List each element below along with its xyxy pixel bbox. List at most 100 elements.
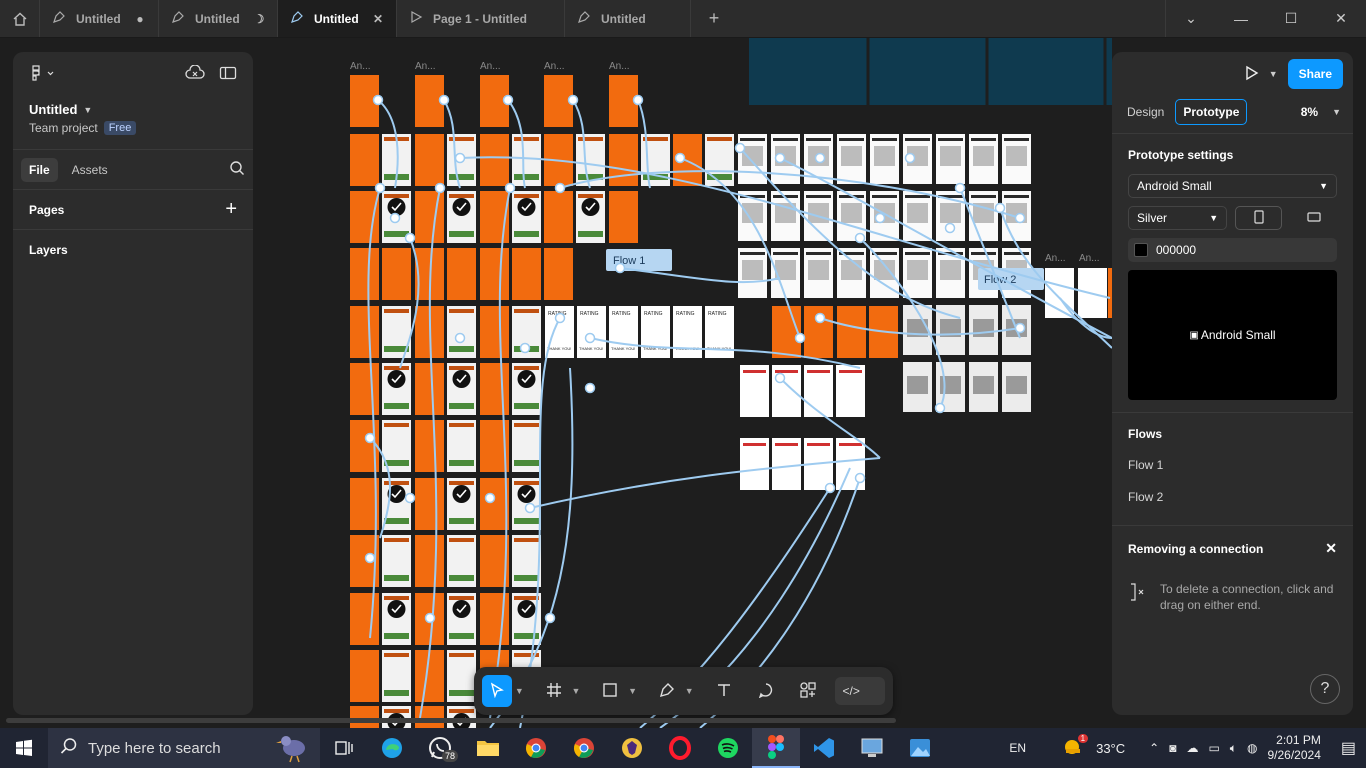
comment-tool[interactable]	[751, 675, 781, 707]
background-hex[interactable]: 000000	[1156, 243, 1196, 257]
weather-icon[interactable]: 1	[1062, 733, 1089, 760]
portrait-toggle[interactable]	[1235, 206, 1283, 230]
language-indicator[interactable]: EN	[1009, 741, 1026, 755]
app-screen-image	[940, 260, 961, 280]
file-tab-1[interactable]: Untitled ●	[40, 0, 159, 37]
close-tab-icon[interactable]: ✕	[372, 12, 384, 26]
add-page-plus-icon[interactable]: +	[225, 198, 237, 221]
file-tab-5[interactable]: Untitled	[565, 0, 691, 37]
chevron-down-icon[interactable]: ▼	[1269, 69, 1278, 79]
chevron-down-icon[interactable]: ▼	[1332, 107, 1341, 117]
battery-icon[interactable]: ▭	[1208, 741, 1219, 755]
actions-tool[interactable]	[793, 675, 823, 707]
app-screen-header	[806, 195, 831, 198]
tab-file[interactable]: File	[21, 157, 58, 182]
connector-endpoint	[584, 332, 596, 344]
pen-tool[interactable]	[652, 675, 682, 707]
chevron-down-icon[interactable]: ⌄	[1166, 0, 1216, 37]
file-tab-3-active[interactable]: Untitled ✕	[278, 0, 397, 37]
chevron-down-icon: ▼	[1209, 213, 1219, 223]
minimize-icon[interactable]: —	[1216, 0, 1266, 37]
sidebar-toggle-icon[interactable]	[219, 65, 237, 84]
edge-browser-icon[interactable]	[368, 728, 416, 768]
dev-mode-toggle[interactable]: </>	[834, 677, 885, 705]
cloud-offline-icon[interactable]	[185, 63, 205, 84]
figma-menu-icon[interactable]	[29, 64, 57, 84]
tab-prototype[interactable]: Prototype	[1175, 98, 1248, 125]
canvas-drawing: An... An... An... An... An... RATING THANK YOU…	[350, 38, 1112, 728]
close-icon[interactable]: ✕	[1325, 540, 1337, 557]
move-tool[interactable]	[482, 675, 512, 707]
connector-endpoint	[794, 332, 806, 344]
camera-icon[interactable]: ◙	[1169, 741, 1176, 755]
notification-icon[interactable]: ▤	[1341, 738, 1356, 758]
spotify-icon[interactable]	[704, 728, 752, 768]
phone-frame-button	[384, 575, 409, 581]
flow-item-2[interactable]: Flow 2	[1112, 481, 1353, 513]
whatsapp-icon[interactable]: 78	[416, 728, 464, 768]
landscape-toggle[interactable]	[1290, 206, 1337, 230]
connector-endpoint	[372, 94, 384, 106]
frame-tool[interactable]	[539, 675, 569, 707]
cloud-icon[interactable]: ☁	[1186, 741, 1198, 755]
phone-frame-header	[449, 194, 474, 198]
connector-endpoint	[364, 432, 376, 444]
temperature[interactable]: 33°C	[1096, 741, 1125, 756]
tab-design[interactable]: Design	[1120, 100, 1171, 124]
photos-icon[interactable]	[896, 728, 944, 768]
shape-tool[interactable]	[595, 675, 625, 707]
file-explorer-icon[interactable]	[464, 728, 512, 768]
flow-item-1[interactable]: Flow 1	[1112, 449, 1353, 481]
horizontal-scrollbar[interactable]	[6, 718, 896, 723]
brave-icon[interactable]	[608, 728, 656, 768]
connector-endpoint	[944, 222, 956, 234]
taskbar-search[interactable]: Type here to search	[48, 728, 320, 768]
orange-frame	[350, 593, 379, 645]
check-circle	[452, 600, 471, 618]
opera-icon[interactable]	[656, 728, 704, 768]
share-button[interactable]: Share	[1287, 59, 1343, 89]
present-play-icon[interactable]	[1243, 65, 1259, 84]
chevron-down-icon[interactable]: ▼	[684, 686, 695, 696]
chrome-icon[interactable]	[512, 728, 560, 768]
remote-desktop-icon[interactable]	[848, 728, 896, 768]
chevron-down-icon[interactable]: ▼	[514, 686, 525, 696]
chevron-up-icon[interactable]: ⌃	[1149, 741, 1159, 755]
orange-frame	[544, 248, 573, 300]
text-tool[interactable]	[709, 675, 739, 707]
maximize-icon[interactable]: ☐	[1266, 0, 1316, 37]
windows-start-icon[interactable]	[0, 728, 48, 768]
figma-icon[interactable]	[752, 728, 800, 768]
vscode-icon[interactable]	[800, 728, 848, 768]
plan-badge[interactable]: Free	[103, 121, 137, 135]
app-screen-image	[940, 376, 961, 394]
device-select[interactable]: Android Small ▼	[1128, 174, 1337, 198]
bird-illustration-icon	[272, 732, 312, 768]
file-name[interactable]: Untitled ▼	[29, 102, 237, 117]
clock[interactable]: 2:01 PM 9/26/2024	[1267, 733, 1320, 763]
network-globe-icon[interactable]: ◍	[1247, 741, 1257, 755]
app-screen-header	[905, 195, 930, 198]
chevron-down-icon[interactable]: ▼	[627, 686, 638, 696]
volume-icon[interactable]: 🔈︎	[1230, 741, 1237, 756]
chrome-profile-icon[interactable]	[560, 728, 608, 768]
device-color-select[interactable]: Silver ▼	[1128, 206, 1228, 230]
color-swatch[interactable]	[1134, 243, 1148, 257]
background-color-field[interactable]: 000000	[1128, 238, 1337, 262]
chevron-down-icon[interactable]: ▼	[571, 686, 582, 696]
design-canvas[interactable]: An... An... An... An... An... RATING THANK YOU…	[260, 38, 1112, 728]
new-tab-plus-icon[interactable]: +	[691, 0, 737, 37]
file-tab-4[interactable]: Page 1 - Untitled	[397, 0, 565, 37]
file-tab-2[interactable]: Untitled ☽	[159, 0, 278, 37]
orange-frame	[350, 248, 379, 300]
help-button[interactable]: ?	[1310, 674, 1340, 704]
app-screen-header	[743, 370, 766, 373]
pen-icon	[52, 10, 66, 27]
task-view-icon[interactable]	[320, 728, 368, 768]
zoom-level[interactable]: 8%	[1301, 105, 1318, 119]
tab-label: Page 1 - Untitled	[433, 11, 528, 26]
home-icon[interactable]	[0, 0, 40, 37]
tab-assets[interactable]: Assets	[64, 158, 116, 182]
search-icon[interactable]	[229, 160, 245, 179]
close-window-icon[interactable]: ✕	[1316, 0, 1366, 37]
